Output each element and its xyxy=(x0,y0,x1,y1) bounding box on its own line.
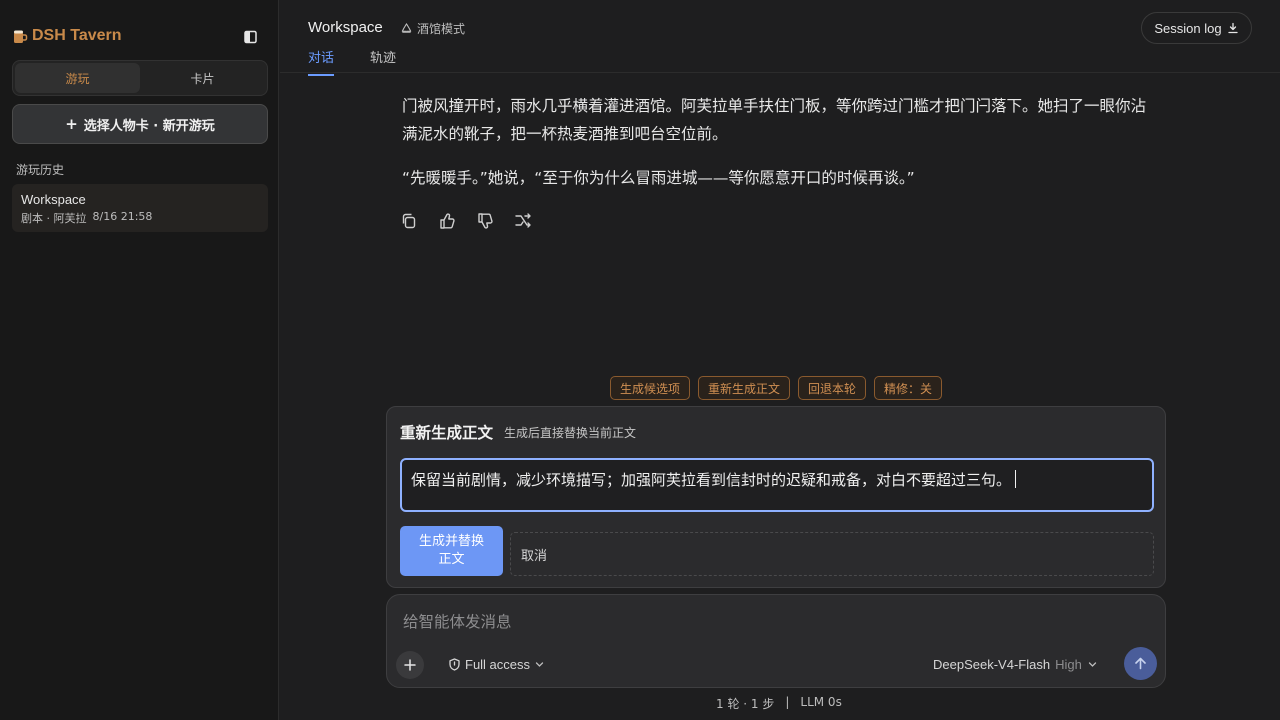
segment-cards[interactable]: 卡片 xyxy=(140,63,265,93)
regenerate-title: 重新生成正文 xyxy=(400,424,494,442)
turn-count: 1 轮 · 1 步 xyxy=(716,697,775,711)
message-actions xyxy=(400,212,532,230)
access-dropdown[interactable]: Full access xyxy=(448,657,545,672)
footer-separator: | xyxy=(785,695,790,709)
sidebar: DSH Tavern 游玩 卡片 + 选择人物卡 · 新开游玩 游玩历史 Wor… xyxy=(0,0,279,720)
message-composer: Full access DeepSeek-V4-Flash High xyxy=(386,594,1166,688)
tab-dialogue[interactable]: 对话 xyxy=(308,47,335,76)
plus-icon xyxy=(404,659,416,671)
send-button[interactable] xyxy=(1124,647,1157,680)
quick-actions: 生成候选项 重新生成正文 回退本轮 精修：关 xyxy=(610,376,943,400)
arrow-up-icon xyxy=(1135,657,1146,670)
story-paragraph: “先暖暖手。”她说，“至于你为什么冒雨进城——等你愿意开口的时候再谈。” xyxy=(402,169,915,187)
chevron-down-icon xyxy=(535,662,544,667)
thumbs-down-icon[interactable] xyxy=(476,212,494,230)
sidebar-toggle-icon[interactable] xyxy=(244,30,258,44)
tab-trajectory[interactable]: 轨迹 xyxy=(370,47,396,74)
segment-play[interactable]: 游玩 xyxy=(15,63,140,93)
regenerate-panel: 重新生成正文 生成后直接替换当前正文 保留当前剧情，减少环境描写；加强阿芙拉看到… xyxy=(386,406,1166,588)
history-item[interactable]: Workspace 剧本 · 阿芙拉 8/16 21:58 xyxy=(12,184,268,232)
model-selector[interactable]: DeepSeek-V4-Flash High xyxy=(933,657,1098,672)
page-title: Workspace xyxy=(308,19,383,36)
mode-label: 酒馆模式 xyxy=(417,22,466,36)
regenerate-text-button[interactable]: 重新生成正文 xyxy=(698,376,791,400)
regenerate-subtitle: 生成后直接替换当前正文 xyxy=(504,426,637,440)
add-attachment-button[interactable] xyxy=(396,651,424,679)
history-item-subtitle: 剧本 · 阿芙拉 xyxy=(21,212,87,225)
history-item-meta: 剧本 · 阿芙拉 8/16 21:58 xyxy=(21,210,259,226)
text-caret xyxy=(1015,470,1017,488)
status-footer: 1 轮 · 1 步 | LLM 0s xyxy=(716,695,842,712)
copy-icon[interactable] xyxy=(400,212,418,230)
session-log-label: Session log xyxy=(1154,20,1222,36)
beer-mug-icon xyxy=(14,30,28,43)
message-input[interactable] xyxy=(403,611,1143,633)
shield-icon xyxy=(449,658,460,671)
story-paragraph: 门被风撞开时，雨水几乎横着灌进酒馆。阿芙拉单手扶住门板，等你跨过门槛才把门闩落下… xyxy=(402,97,1147,143)
plus-icon: + xyxy=(65,115,78,133)
chevron-down-icon xyxy=(1088,662,1096,667)
session-log-button[interactable]: Session log xyxy=(1141,12,1252,44)
generate-replace-button[interactable]: 生成并替换正文 xyxy=(400,526,503,576)
revert-turn-button[interactable]: 回退本轮 xyxy=(798,376,867,400)
main-header: Workspace 酒馆模式 对话 轨迹 Session log xyxy=(280,0,1280,76)
brand[interactable]: DSH Tavern xyxy=(12,24,122,48)
branch-icon[interactable] xyxy=(514,212,532,230)
model-name: DeepSeek-V4-Flash xyxy=(933,657,1051,672)
regenerate-instruction-text: 保留当前剧情，减少环境描写；加强阿芙拉看到信封时的迟疑和戒备，对白不要超过三句。 xyxy=(411,471,1012,489)
llm-time: LLM 0s xyxy=(800,695,842,709)
mode-segmented-control: 游玩 卡片 xyxy=(12,60,268,96)
download-icon xyxy=(1227,22,1238,34)
story-message: 门被风撞开时，雨水几乎横着灌进酒馆。阿芙拉单手扶住门板，等你跨过门槛才把门闩落下… xyxy=(402,92,1152,208)
app-title: DSH Tavern xyxy=(32,27,122,44)
cancel-button[interactable]: 取消 xyxy=(510,532,1154,576)
new-play-button[interactable]: + 选择人物卡 · 新开游玩 xyxy=(12,104,268,144)
generate-options-button[interactable]: 生成候选项 xyxy=(610,376,691,400)
regenerate-instruction-input[interactable]: 保留当前剧情，减少环境描写；加强阿芙拉看到信封时的迟疑和戒备，对白不要超过三句。 xyxy=(400,458,1154,512)
recycle-icon xyxy=(401,23,412,33)
history-item-title: Workspace xyxy=(21,192,86,207)
history-item-time: 8/16 21:58 xyxy=(92,210,153,223)
refine-toggle-button[interactable]: 精修：关 xyxy=(874,376,943,400)
access-label: Full access xyxy=(465,657,531,672)
history-heading: 游玩历史 xyxy=(16,163,65,177)
new-play-label: 选择人物卡 · 新开游玩 xyxy=(83,118,215,134)
tavern-mode-indicator[interactable]: 酒馆模式 xyxy=(400,20,465,37)
thumbs-up-icon[interactable] xyxy=(438,212,456,230)
reasoning-level: High xyxy=(1055,657,1082,672)
